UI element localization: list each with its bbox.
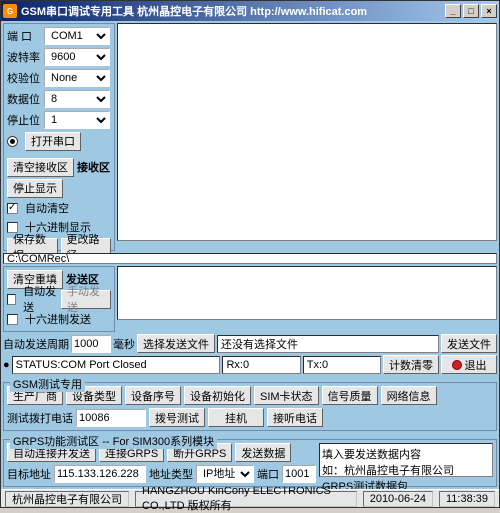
sim-status-button[interactable]: SIM卡状态 (254, 386, 319, 405)
dial-number-input[interactable] (76, 409, 146, 427)
addr-type-label: 地址类型 (149, 466, 193, 482)
addr-type-select[interactable]: IP地址-0 (196, 465, 254, 483)
port-num-label: 端口 (257, 466, 279, 482)
stopbits-select[interactable]: 1 (44, 111, 110, 129)
send-textarea[interactable] (117, 266, 497, 320)
clear-rx-button[interactable]: 清空接收区 (7, 158, 74, 177)
stop-display-button[interactable]: 停止显示 (7, 179, 63, 198)
dial-label: 测试拨打电话 (7, 410, 73, 426)
target-addr-label: 目标地址 (7, 466, 51, 482)
databits-label: 数据位 (7, 91, 41, 107)
status-field: STATUS:COM Port Closed (12, 356, 221, 374)
auto-period-input[interactable] (71, 335, 111, 353)
manual-tx-button[interactable]: 手动发送 (61, 290, 111, 309)
device-serial-button[interactable]: 设备序号 (125, 386, 181, 405)
open-port-button[interactable]: 打开串口 (25, 132, 81, 151)
port-status-indicator: ● (3, 359, 10, 371)
auto-period-label: 自动发送周期 (3, 336, 69, 352)
databits-select[interactable]: 8 (44, 90, 110, 108)
statusbar: 杭州晶控电子有限公司 HANGZHOU KinCony ELECTRONICS … (1, 489, 499, 507)
grps-group-legend: GRPS功能测试区 -- For SIM300系列模块 (10, 433, 217, 449)
maximize-button[interactable]: □ (463, 4, 479, 18)
signal-quality-button[interactable]: 信号质量 (322, 386, 378, 405)
auto-clear-checkbox[interactable] (7, 203, 18, 214)
footer-time: 11:38:39 (439, 491, 495, 507)
tx-count-field: Tx:0 (303, 356, 381, 374)
auto-clear-label: 自动清空 (25, 200, 69, 216)
gsm-group-legend: GSM测试专用 (10, 376, 85, 392)
send-data-button[interactable]: 发送数据 (235, 443, 291, 462)
port-closed-indicator (7, 136, 18, 147)
minimize-button[interactable]: _ (445, 4, 461, 18)
receive-textarea[interactable] (117, 23, 497, 241)
port-select[interactable]: COM1 (44, 27, 110, 45)
select-file-button[interactable]: 选择发送文件 (137, 334, 215, 353)
grps-test-group: GRPS功能测试区 -- For SIM300系列模块 自动连接并发送 连接GR… (3, 439, 497, 487)
target-ip-input[interactable] (54, 465, 146, 483)
stopbits-label: 停止位 (7, 112, 41, 128)
close-button[interactable]: × (481, 4, 497, 18)
dial-test-button[interactable]: 拨号测试 (149, 408, 205, 427)
save-path-field: C:\COMRec\ (3, 253, 497, 264)
count-clear-button[interactable]: 计数清零 (383, 355, 439, 374)
exit-icon (452, 360, 462, 370)
grps-data-textarea[interactable]: 填入要发送数据内容 如：杭州晶控电子有限公司 GRPS测试数据包 (319, 443, 493, 477)
send-settings-panel: 清空重填发送区 自动发送手动发送 十六进制发送 (3, 266, 115, 332)
port-label: 端 口 (7, 28, 41, 44)
app-icon: G (3, 4, 17, 18)
parity-select[interactable]: None (44, 69, 110, 87)
titlebar: G GSM串口调试专用工具 杭州晶控电子有限公司 http://www.hifi… (1, 1, 499, 21)
hex-display-checkbox[interactable] (7, 222, 18, 233)
footer-eng: HANGZHOU KinCony ELECTRONICS CO.,LTD 版权所… (135, 491, 357, 507)
hex-tx-label: 十六进制发送 (25, 311, 91, 327)
selected-file-field: 还没有选择文件 (217, 335, 439, 353)
port-settings-panel: 端 口COM1 波特率9600 校验位None 数据位8 停止位1 打开串口 清… (3, 23, 115, 251)
hex-tx-checkbox[interactable] (7, 314, 18, 325)
rx-count-field: Rx:0 (222, 356, 300, 374)
footer-company: 杭州晶控电子有限公司 (5, 491, 129, 507)
gsm-test-group: GSM测试专用 生产厂商 设备类型 设备序号 设备初始化 SIM卡状态 信号质量… (3, 382, 497, 431)
port-num-input[interactable] (282, 465, 316, 483)
parity-label: 校验位 (7, 70, 41, 86)
send-file-button[interactable]: 发送文件 (441, 334, 497, 353)
baud-select[interactable]: 9600 (44, 48, 110, 66)
auto-tx-checkbox[interactable] (7, 294, 16, 305)
exit-button[interactable]: 退出 (441, 355, 497, 374)
ms-label: 毫秒 (113, 336, 135, 352)
answer-button[interactable]: 接听电话 (267, 408, 323, 427)
network-info-button[interactable]: 网络信息 (381, 386, 437, 405)
baud-label: 波特率 (7, 49, 41, 65)
window-title: GSM串口调试专用工具 杭州晶控电子有限公司 http://www.hifica… (21, 3, 445, 19)
rx-area-label: 接收区 (77, 159, 110, 175)
hangup-button[interactable]: 挂机 (208, 408, 264, 427)
device-init-button[interactable]: 设备初始化 (184, 386, 251, 405)
footer-date: 2010-06-24 (363, 491, 433, 507)
